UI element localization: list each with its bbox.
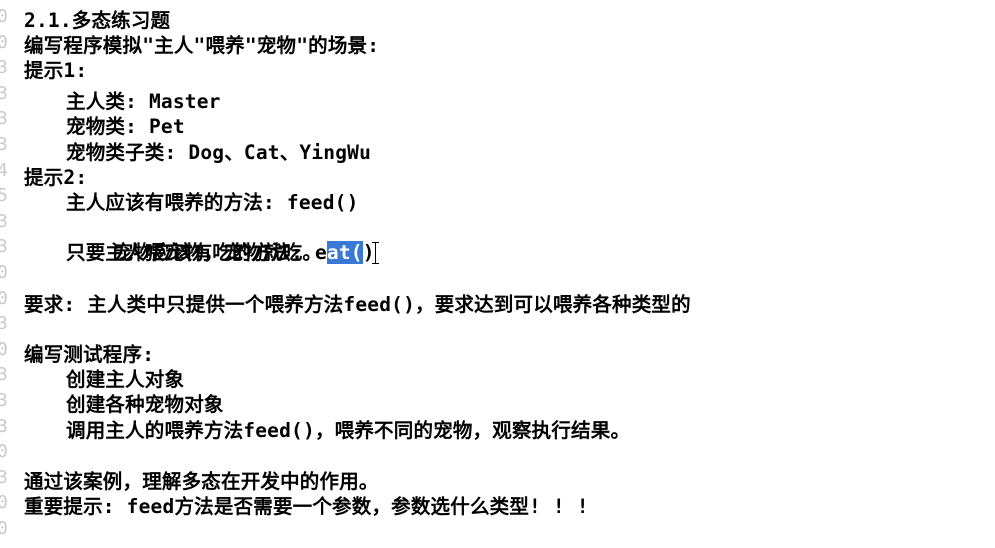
line-number: 0	[0, 518, 8, 539]
doc-line[interactable]: 主人应该有喂养的方法: feed()	[66, 190, 359, 215]
doc-line[interactable]: 提示1:	[24, 58, 87, 83]
doc-line[interactable]: 创建各种宠物对象	[66, 392, 224, 417]
line-number: 3	[0, 236, 8, 258]
line-number: 0	[0, 287, 8, 309]
ibeam-cursor-icon	[371, 241, 379, 264]
line-number: 3	[0, 390, 8, 411]
line-number: 3	[0, 82, 8, 104]
doc-line[interactable]: 创建主人对象	[66, 367, 184, 392]
doc-line[interactable]: 重要提示: feed方法是否需要一个参数，参数选什么类型! ! !	[24, 494, 589, 519]
text-selection[interactable]: at(	[326, 241, 363, 264]
doc-line[interactable]: 要求: 主人类中只提供一个喂养方法feed()，要求达到可以喂养各种类型的	[24, 292, 691, 317]
doc-line[interactable]: 只要主人喂宠物，宠物就吃。	[66, 240, 322, 265]
doc-line[interactable]: 2.1.多态练习题	[24, 8, 170, 33]
line-number: 3	[0, 134, 8, 155]
line-number: 3	[0, 210, 8, 232]
doc-line-with-selection[interactable]: 宠物应该有吃的方法: eat()	[66, 215, 379, 264]
doc-line[interactable]: 通过该案例，理解多态在开发中的作用。	[24, 469, 379, 494]
line-number: 0	[0, 6, 8, 27]
doc-line[interactable]: 提示2:	[24, 165, 87, 190]
line-number-gutter: 0 0 3 3 3 3 4 5 3 3 0 0 3 0 3 3 3 0 3 0 0	[0, 0, 12, 548]
line-number: 3	[0, 466, 8, 488]
line-number: 3	[0, 108, 8, 130]
line-text-after: )	[362, 241, 375, 264]
line-number: 3	[0, 313, 8, 335]
line-number: 0	[0, 492, 8, 514]
doc-line[interactable]: 编写程序模拟"主人"喂养"宠物"的场景:	[24, 33, 379, 58]
line-number: 3	[0, 364, 8, 386]
doc-line[interactable]: 调用主人的喂养方法feed()，喂养不同的宠物，观察执行结果。	[66, 418, 630, 443]
line-number: 4	[0, 159, 8, 181]
line-number: 0	[0, 31, 8, 53]
text-editor[interactable]: 2.1.多态练习题 编写程序模拟"主人"喂养"宠物"的场景: 提示1: 主人类:…	[24, 8, 995, 548]
line-number: 0	[0, 338, 8, 360]
line-number: 3	[0, 57, 8, 79]
doc-line[interactable]: 主人类: Master	[66, 89, 221, 114]
doc-line[interactable]: 宠物类子类: Dog、Cat、YingWu	[66, 140, 371, 165]
line-number: 5	[0, 185, 8, 207]
line-number: 0	[0, 441, 8, 463]
doc-line[interactable]: 编写测试程序:	[24, 342, 154, 367]
line-number: 0	[0, 262, 8, 283]
doc-line[interactable]: 宠物类: Pet	[66, 114, 185, 139]
line-number: 3	[0, 415, 8, 437]
